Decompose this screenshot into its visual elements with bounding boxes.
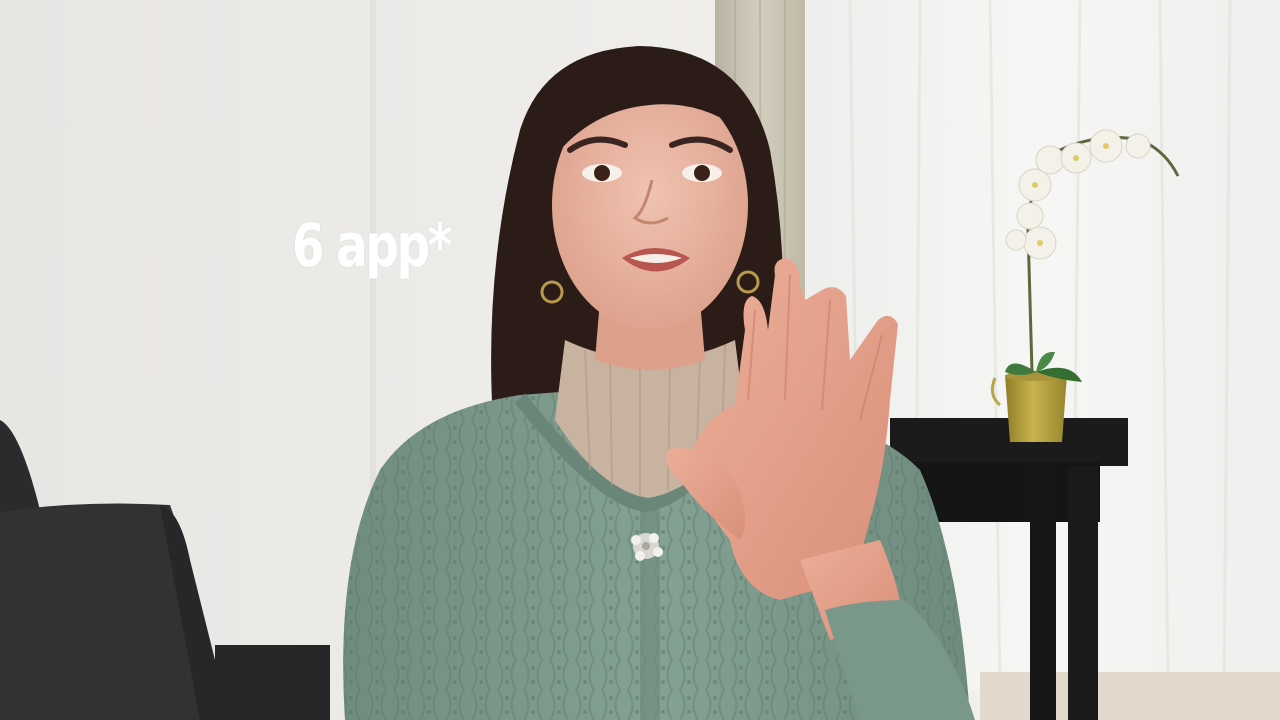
video-frame: 6 app*	[0, 0, 1280, 720]
overlay-caption: 6 app*	[292, 211, 452, 281]
scene-illustration	[0, 0, 1280, 720]
brooch-jewel	[631, 533, 663, 561]
